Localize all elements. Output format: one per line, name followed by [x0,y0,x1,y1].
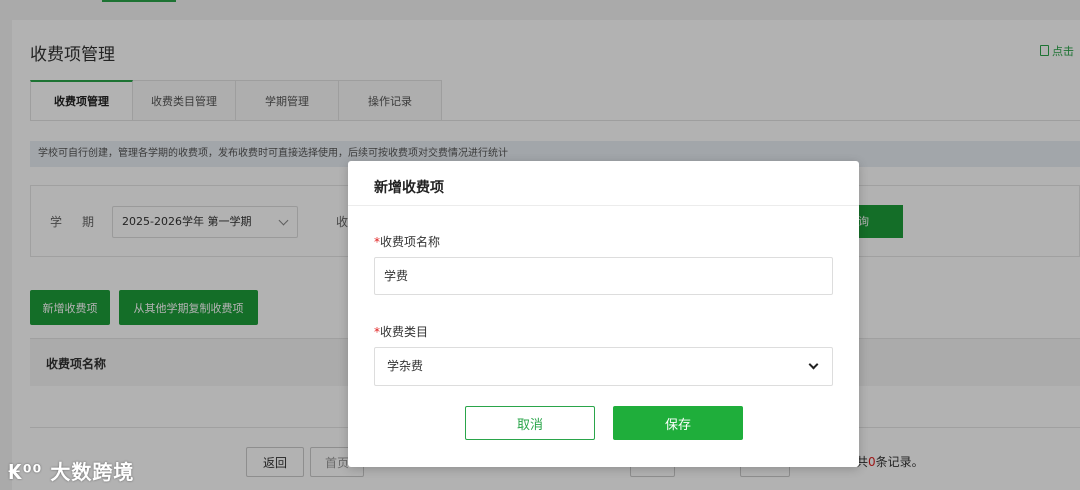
fee-category-label: *收费类目 [374,323,428,340]
dialog-title: 新增收费项 [374,180,444,196]
fee-item-name-input[interactable]: 学费 [374,257,833,295]
dialog-divider [348,205,859,206]
add-fee-item-dialog: 新增收费项 *收费项名称 学费 *收费类目 学杂费 取消 保存 [348,161,859,467]
fee-category-select[interactable]: 学杂费 [374,347,833,386]
fee-item-name-label-text: 收费项名称 [380,235,441,249]
watermark: ₭⁰⁰ 大数跨境 [8,456,134,485]
fee-item-name-label: *收费项名称 [374,233,440,250]
watermark-text: 大数跨境 [50,460,135,484]
fee-category-label-text: 收费类目 [380,325,429,339]
watermark-logo-icon: ₭⁰⁰ [8,460,51,484]
save-button[interactable]: 保存 [613,406,743,440]
fee-category-value: 学杂费 [387,359,424,373]
cancel-button[interactable]: 取消 [465,406,595,440]
chevron-down-icon [808,359,819,370]
